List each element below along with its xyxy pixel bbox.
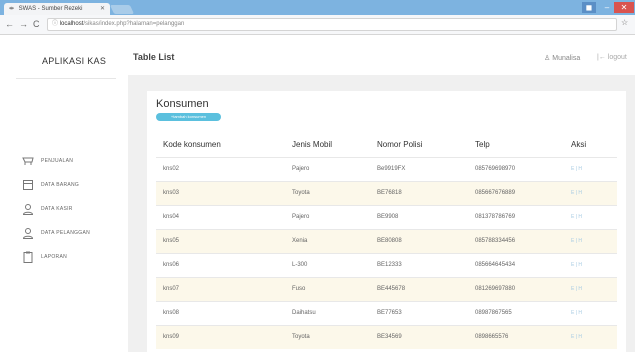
cell-polisi: BE12333 bbox=[377, 262, 402, 268]
cell-polisi: BE80808 bbox=[377, 238, 402, 244]
cell-jenis: Xenia bbox=[292, 238, 308, 244]
card-title: Konsumen bbox=[156, 98, 209, 110]
table-row: kns04 Pajero BE9908 081378786769 E | H bbox=[156, 205, 617, 229]
table-row: kns06 L-300 BE12333 085664645434 E | H bbox=[156, 253, 617, 277]
cell-telp: 085769698970 bbox=[475, 166, 516, 172]
url-path: /sikas/index.php?halaman=pelanggan bbox=[83, 21, 185, 27]
sidebar-item-data-kasir[interactable]: DATA KASIR bbox=[0, 203, 128, 217]
edit-delete-links[interactable]: E | H bbox=[571, 158, 582, 181]
sidebar-item-penjualan[interactable]: PENJUALAN bbox=[0, 155, 128, 169]
browser-tab-title: SWAS - Sumber Rezeki bbox=[18, 6, 83, 12]
window-user-icon[interactable]: ◼ bbox=[582, 2, 596, 13]
table-row: kns07 Fuso BE445678 081269697880 E | H bbox=[156, 277, 617, 301]
cell-kode: kns08 bbox=[163, 310, 180, 316]
address-bar: ← → C ⓘ localhost/sikas/index.php?halama… bbox=[0, 15, 635, 35]
cell-polisi: BE34569 bbox=[377, 334, 402, 340]
table-row: kns02 Pajero Be9919FX 085769698970 E | H bbox=[156, 157, 617, 181]
column-header: Kode konsumen bbox=[163, 140, 221, 149]
cell-jenis: Daihatsu bbox=[292, 310, 316, 316]
cell-kode: kns02 bbox=[163, 166, 180, 172]
sidebar-item-label: DATA PELANGGAN bbox=[41, 230, 91, 236]
window-minimize-icon[interactable]: – bbox=[600, 2, 614, 13]
column-header: Jenis Mobil bbox=[292, 140, 333, 149]
favicon-icon: ⇹ bbox=[9, 6, 15, 12]
cell-polisi: Be9919FX bbox=[377, 166, 406, 172]
cell-telp: 08987867565 bbox=[475, 310, 512, 316]
column-header: Nomor Polisi bbox=[377, 140, 423, 149]
sidebar-divider bbox=[16, 78, 116, 79]
table-row: kns09 Toyota BE34569 0898665576 E | H bbox=[156, 325, 617, 349]
cell-kode: kns06 bbox=[163, 262, 180, 268]
table-row: kns08 Daihatsu BE77653 08987867565 E | H bbox=[156, 301, 617, 325]
user-name: Munalisa bbox=[552, 55, 581, 62]
sidebar-item-label: LAPORAN bbox=[41, 254, 67, 260]
cell-kode: kns09 bbox=[163, 334, 180, 340]
user-link[interactable]: ♙ Munalisa bbox=[544, 54, 580, 62]
clipboard-icon bbox=[23, 251, 33, 263]
add-konsumen-button[interactable]: +tambah konsumen bbox=[156, 113, 221, 121]
bookmark-star-icon[interactable]: ☆ bbox=[621, 18, 628, 27]
forward-arrow-icon[interactable]: → bbox=[19, 18, 28, 31]
table-header: Kode konsumen Jenis Mobil Nomor Polisi T… bbox=[156, 133, 617, 157]
cell-jenis: Pajero bbox=[292, 214, 310, 220]
cell-kode: kns05 bbox=[163, 238, 180, 244]
logout-link[interactable]: |← logout bbox=[597, 54, 627, 61]
browser-tab-bar: ⇹ SWAS - Sumber Rezeki ✕ ◼ – ✕ bbox=[0, 0, 635, 15]
user-icon bbox=[22, 228, 34, 239]
sidebar: APLIKASI KAS PENJUALAN DATA BARANG DATA … bbox=[0, 35, 128, 352]
cell-kode: kns03 bbox=[163, 190, 180, 196]
logout-icon: |← bbox=[597, 54, 606, 61]
cell-telp: 085788334456 bbox=[475, 238, 516, 244]
sidebar-item-data-pelanggan[interactable]: DATA PELANGGAN bbox=[0, 227, 128, 241]
user-icon: ♙ bbox=[544, 55, 551, 62]
column-header: Telp bbox=[475, 140, 490, 149]
edit-delete-links[interactable]: E | H bbox=[571, 206, 582, 229]
column-header: Aksi bbox=[571, 140, 587, 149]
table-row: kns03 Toyota BE76818 085667676889 E | H bbox=[156, 181, 617, 205]
cell-kode: kns04 bbox=[163, 214, 180, 220]
table-row: kns05 Xenia BE80808 085788334456 E | H bbox=[156, 229, 617, 253]
cell-telp: 085664645434 bbox=[475, 262, 516, 268]
page-title: Table List bbox=[133, 52, 175, 62]
cell-jenis: L-300 bbox=[292, 262, 308, 268]
app-brand: APLIKASI KAS bbox=[42, 56, 107, 66]
logout-label: logout bbox=[607, 54, 627, 61]
back-arrow-icon[interactable]: ← bbox=[5, 18, 14, 31]
sidebar-item-label: DATA BARANG bbox=[41, 182, 80, 188]
cell-polisi: BE76818 bbox=[377, 190, 402, 196]
cart-icon bbox=[22, 157, 34, 165]
cell-kode: kns07 bbox=[163, 286, 180, 292]
cell-jenis: Fuso bbox=[292, 286, 306, 292]
cell-jenis: Pajero bbox=[292, 166, 310, 172]
url-host: localhost bbox=[59, 21, 84, 27]
cell-polisi: BE77653 bbox=[377, 310, 402, 316]
cell-polisi: BE9908 bbox=[377, 214, 399, 220]
cell-telp: 085667676889 bbox=[475, 190, 516, 196]
url-field[interactable]: ⓘ localhost/sikas/index.php?halaman=pela… bbox=[47, 18, 617, 31]
edit-delete-links[interactable]: E | H bbox=[571, 302, 582, 325]
sidebar-item-label: PENJUALAN bbox=[41, 158, 74, 164]
cell-jenis: Toyota bbox=[292, 334, 310, 340]
cell-polisi: BE445678 bbox=[377, 286, 406, 292]
window-close-icon[interactable]: ✕ bbox=[614, 2, 634, 13]
cell-telp: 081378786769 bbox=[475, 214, 516, 220]
browser-tab[interactable]: ⇹ SWAS - Sumber Rezeki ✕ bbox=[4, 3, 110, 15]
info-icon: ⓘ bbox=[52, 21, 59, 27]
edit-delete-links[interactable]: E | H bbox=[571, 278, 582, 301]
cell-telp: 0898665576 bbox=[475, 334, 509, 340]
tab-close-icon[interactable]: ✕ bbox=[100, 3, 105, 15]
reload-icon[interactable]: C bbox=[33, 18, 40, 31]
box-icon bbox=[23, 180, 33, 190]
sidebar-item-label: DATA KASIR bbox=[41, 206, 73, 212]
edit-delete-links[interactable]: E | H bbox=[571, 230, 582, 253]
new-tab-button[interactable] bbox=[109, 5, 135, 14]
user-icon bbox=[22, 204, 34, 215]
edit-delete-links[interactable]: E | H bbox=[571, 254, 582, 277]
sidebar-item-laporan[interactable]: LAPORAN bbox=[0, 251, 128, 265]
edit-delete-links[interactable]: E | H bbox=[571, 182, 582, 205]
cell-telp: 081269697880 bbox=[475, 286, 516, 292]
edit-delete-links[interactable]: E | H bbox=[571, 326, 582, 349]
cell-jenis: Toyota bbox=[292, 190, 310, 196]
sidebar-item-data-barang[interactable]: DATA BARANG bbox=[0, 179, 128, 193]
